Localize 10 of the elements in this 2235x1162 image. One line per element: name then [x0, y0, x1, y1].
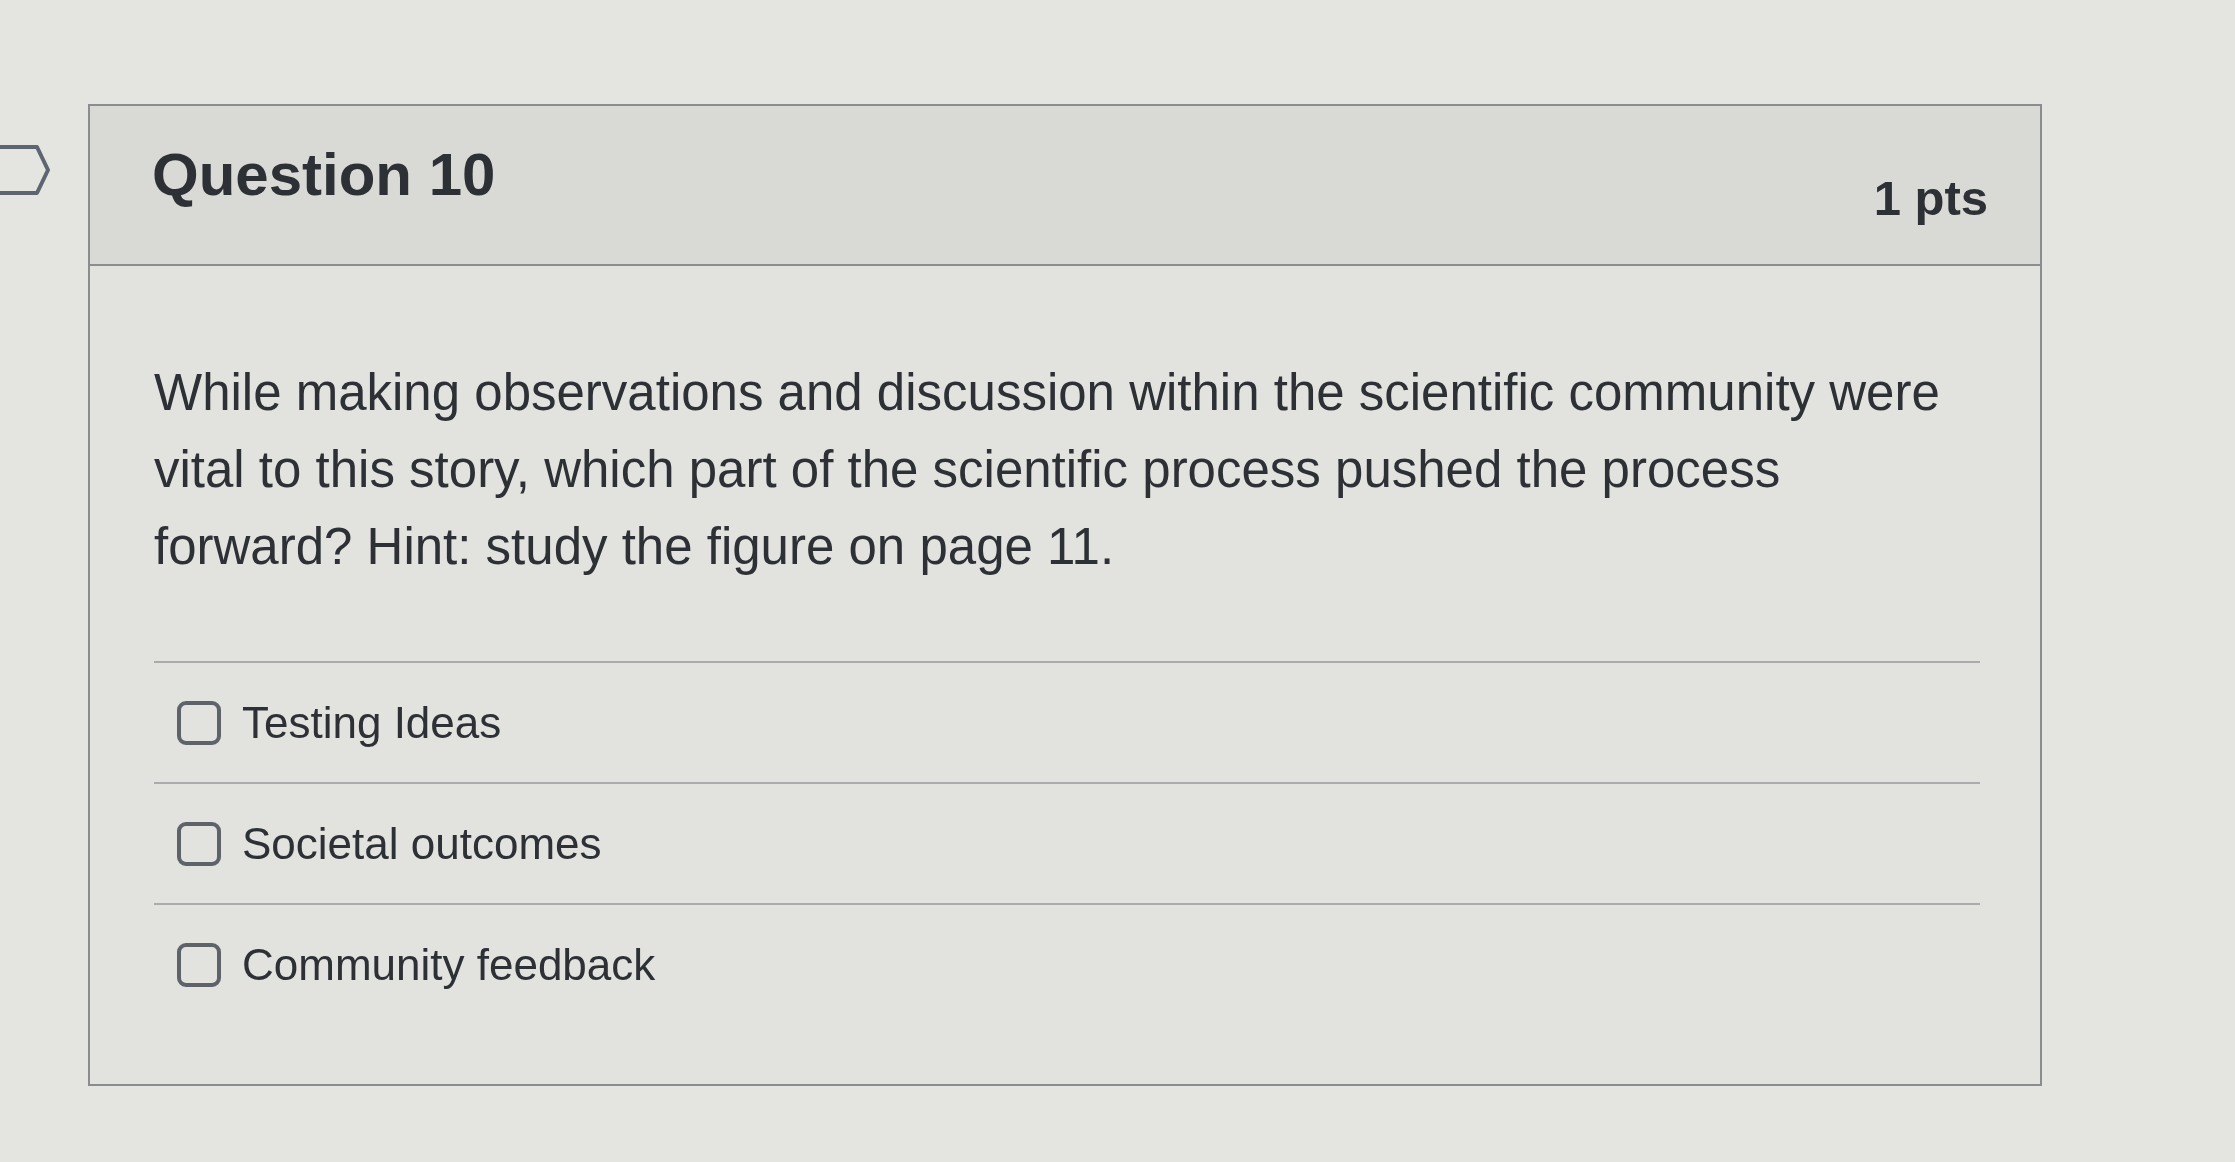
checkbox[interactable] — [177, 700, 221, 745]
option-label[interactable]: Testing Ideas — [242, 697, 502, 748]
option-label[interactable]: Societal outcomes — [242, 818, 602, 869]
option-label[interactable]: Community feedback — [242, 939, 656, 990]
checkbox[interactable] — [177, 821, 221, 866]
tag-icon[interactable] — [0, 144, 50, 196]
points-label: 1 pts — [1873, 170, 1988, 226]
question-text: While making observations and discussion within the scientific community were vital to this story, which part of the scientific process pushed the process forward? Hint: study the figure on page 11. — [154, 363, 1941, 577]
checkbox[interactable] — [177, 942, 221, 987]
question-title: Question 10 — [152, 139, 496, 209]
